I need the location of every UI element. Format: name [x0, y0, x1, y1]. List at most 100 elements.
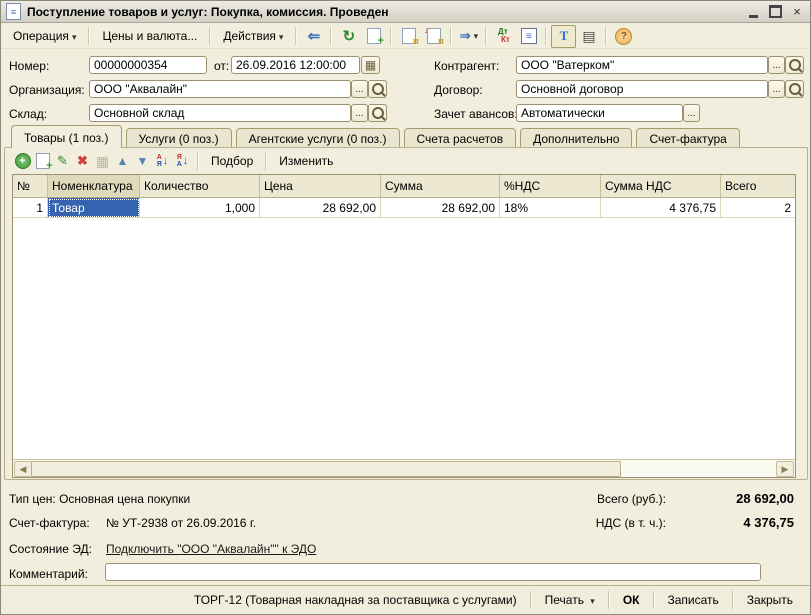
column-header-price[interactable]: Цена [260, 175, 381, 198]
save-order-button[interactable]: ▦ [93, 152, 112, 170]
scrollbar-thumb[interactable] [31, 461, 621, 477]
counterparty-open-button[interactable] [785, 56, 804, 74]
document-icon: ≡ [6, 3, 21, 20]
cell-price[interactable]: 28 692,00 [260, 198, 381, 218]
cell-total[interactable]: 2 [721, 198, 795, 218]
column-header-nomenclature[interactable]: Номенклатура [48, 175, 140, 198]
sort-desc-button[interactable]: ЯА↓ [173, 152, 192, 170]
contract-select-button[interactable]: ... [768, 80, 785, 98]
move-down-button[interactable]: ▼ [133, 152, 152, 170]
advances-select-button[interactable]: ... [683, 104, 700, 122]
warehouse-label: Склад: [9, 107, 47, 121]
column-header-quantity[interactable]: Количество [140, 175, 260, 198]
goods-return-button[interactable]: ↓¤ [421, 25, 446, 48]
copy-add-icon: + [367, 28, 381, 44]
minimize-button[interactable] [745, 4, 761, 19]
go-to-button[interactable]: ⇒▾ [456, 25, 481, 48]
cell-quantity[interactable]: 1,000 [140, 198, 260, 218]
help-icon: ? [615, 28, 632, 45]
table-header-row: № Номенклатура Количество Цена Сумма %НД… [13, 175, 795, 198]
counterparty-input[interactable] [516, 56, 768, 74]
title-bar: ≡ Поступление товаров и услуг: Покупка, … [1, 1, 810, 23]
warehouse-select-button[interactable]: ... [351, 104, 368, 122]
close-button[interactable]: × [789, 4, 805, 19]
go-to-icon: ⇒ [460, 28, 471, 44]
post-document-button[interactable]: ⇐ [301, 25, 326, 48]
counterparty-select-button[interactable]: ... [768, 56, 785, 74]
write-button[interactable]: Записать [659, 589, 728, 611]
sort-asc-button[interactable]: АЯ↓ [153, 152, 172, 170]
toolbar-separator [295, 27, 297, 45]
close-form-button[interactable]: Закрыть [738, 589, 802, 611]
edit-row-button[interactable]: ✎ [53, 152, 72, 170]
tab-agent-services[interactable]: Агентские услуги (0 поз.) [236, 128, 400, 148]
copy-document-button[interactable]: + [361, 25, 386, 48]
vat-label: НДС (в т. ч.): [461, 516, 666, 530]
help-button[interactable]: ? [611, 25, 636, 48]
cell-row-number[interactable]: 1 [13, 198, 48, 218]
number-input[interactable] [89, 56, 207, 74]
print-button[interactable]: Печать ▾ [536, 589, 604, 611]
contract-label: Договор: [434, 83, 483, 97]
ed-connect-link[interactable]: Подключить "ООО "Аквалайн"" к ЭДО [106, 542, 316, 556]
tab-settlement-accounts[interactable]: Счета расчетов [404, 128, 517, 148]
magnifier-icon [789, 83, 801, 95]
contract-open-button[interactable] [785, 80, 804, 98]
cell-vat-percent[interactable]: 18% [500, 198, 601, 218]
refresh-button[interactable]: ↻ [336, 25, 361, 48]
add-icon: + [15, 153, 31, 169]
ok-button[interactable]: ОК [614, 589, 649, 611]
scroll-right-button[interactable]: ▶ [776, 461, 794, 477]
tab-goods[interactable]: Товары (1 поз.) [11, 125, 122, 148]
cell-vat-sum[interactable]: 4 376,75 [601, 198, 721, 218]
cell-nomenclature-selected[interactable]: Товар [48, 198, 140, 218]
structure-icon: ≡ [521, 28, 537, 44]
warehouse-open-button[interactable] [368, 104, 387, 122]
warehouse-input[interactable] [89, 104, 351, 122]
change-button[interactable]: Изменить [271, 152, 341, 170]
table-row[interactable]: 1 Товар 1,000 28 692,00 28 692,00 18% 4 … [13, 198, 795, 218]
footer-button-bar: ТОРГ-12 (Товарная накладная за поставщик… [1, 585, 810, 614]
move-up-button[interactable]: ▲ [113, 152, 132, 170]
pick-button[interactable]: Подбор [203, 152, 261, 170]
dt-kt-postings-button[interactable]: ДтКт [491, 25, 516, 48]
document-structure-button[interactable]: ≡ [516, 25, 541, 48]
tab-additional[interactable]: Дополнительно [520, 128, 632, 148]
column-header-number[interactable]: № [13, 175, 48, 198]
footer-separator [653, 591, 655, 609]
cell-sum[interactable]: 28 692,00 [381, 198, 500, 218]
contract-input[interactable] [516, 80, 768, 98]
date-input[interactable] [231, 56, 360, 74]
calendar-button[interactable]: ▦ [361, 56, 380, 74]
menu-operation[interactable]: Операция▾ [5, 25, 84, 47]
menu-prices-currency[interactable]: Цены и валюта... [94, 25, 205, 47]
number-label: Номер: [9, 59, 49, 73]
posting-mode-button[interactable]: Т [551, 25, 576, 48]
tab-invoice[interactable]: Счет-фактура [636, 128, 739, 148]
organization-select-button[interactable]: ... [351, 80, 368, 98]
organization-open-button[interactable] [368, 80, 387, 98]
scroll-left-button[interactable]: ◀ [14, 461, 32, 477]
organization-input[interactable] [89, 80, 351, 98]
column-header-total[interactable]: Всего [721, 175, 795, 198]
column-header-vat-sum[interactable]: Сумма НДС [601, 175, 721, 198]
comment-input[interactable] [105, 563, 761, 581]
column-header-vat-percent[interactable]: %НДС [500, 175, 601, 198]
magnifier-icon [372, 83, 384, 95]
maximize-button[interactable] [767, 4, 783, 19]
copy-row-button[interactable]: + [33, 152, 52, 170]
list-settings-button[interactable]: ▤ [576, 25, 601, 48]
chevron-down-icon: ▾ [474, 31, 479, 42]
copy-add-icon: + [36, 153, 50, 169]
column-header-sum[interactable]: Сумма [381, 175, 500, 198]
torg12-button[interactable]: ТОРГ-12 (Товарная накладная за поставщик… [185, 589, 526, 611]
delete-row-button[interactable]: ✖ [73, 152, 92, 170]
goods-receipt-button[interactable]: ¤ [396, 25, 421, 48]
menu-actions[interactable]: Действия▾ [215, 25, 291, 47]
vat-value: 4 376,75 [666, 515, 794, 530]
advances-input[interactable] [516, 104, 683, 122]
tab-services[interactable]: Услуги (0 поз.) [126, 128, 232, 148]
horizontal-scrollbar[interactable]: ◀ ▶ [13, 459, 795, 477]
maximize-icon [769, 5, 782, 18]
add-row-button[interactable]: + [13, 152, 32, 170]
